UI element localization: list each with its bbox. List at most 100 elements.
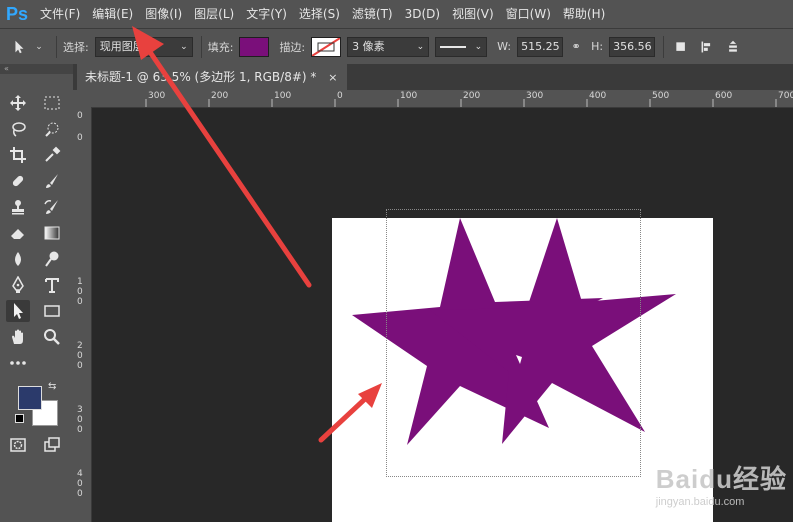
ruler-label: 4 — [77, 469, 83, 479]
history-brush-tool-icon[interactable] — [40, 196, 64, 218]
more-tools-icon[interactable] — [6, 352, 30, 374]
stroke-width-value: 3 像素 — [352, 39, 385, 53]
ruler-label: 2 — [77, 341, 83, 351]
panel-collapse-icon[interactable]: « — [0, 64, 73, 74]
eyedropper-tool-icon[interactable] — [40, 144, 64, 166]
ruler-corner — [73, 90, 91, 107]
menu-view[interactable]: 视图(V) — [446, 0, 500, 28]
menu-edit[interactable]: 编辑(E) — [86, 0, 139, 28]
ruler-label: 0 — [77, 351, 83, 361]
path-arrangement-icon[interactable] — [724, 38, 742, 56]
ruler-label: 0 — [77, 361, 83, 371]
ruler-label: 1 — [77, 277, 83, 287]
ruler-label: 200 — [463, 91, 481, 101]
stroke-type-dropdown[interactable]: ⌄ — [435, 36, 488, 57]
menu-select[interactable]: 选择(S) — [293, 0, 346, 28]
select-layer-dropdown[interactable]: 现用图层 ⌄ — [94, 36, 193, 57]
ruler-label: 0 — [77, 489, 83, 499]
path-alignment-icon[interactable] — [698, 38, 716, 56]
fill-color-swatch[interactable] — [239, 36, 270, 57]
ruler-label: 0 — [77, 287, 83, 297]
watermark: Baidu经验 jingyan.baidu.com — [656, 459, 787, 508]
zoom-tool-icon[interactable] — [40, 326, 64, 348]
clone-stamp-tool-icon[interactable] — [6, 196, 30, 218]
menu-filter[interactable]: 滤镜(T) — [346, 0, 399, 28]
ruler-label: 0 — [77, 479, 83, 489]
document-tab-bar: 未标题-1 @ 63.5% (多边形 1, RGB/8#) * × — [73, 64, 793, 90]
menu-file[interactable]: 文件(F) — [34, 0, 86, 28]
default-colors-icon[interactable] — [15, 414, 24, 423]
ruler-label: 300 — [148, 91, 166, 101]
stroke-line-icon — [440, 45, 467, 48]
ruler-label: 500 — [652, 91, 670, 101]
ruler-label: 400 — [589, 91, 607, 101]
quick-mask-icon[interactable] — [6, 434, 30, 456]
height-label: H: — [591, 40, 604, 53]
stroke-width-dropdown[interactable]: 3 像素 ⌄ — [347, 36, 430, 57]
path-operations-icon[interactable] — [672, 38, 690, 56]
menu-3d[interactable]: 3D(D) — [399, 0, 446, 28]
gradient-tool-icon[interactable] — [40, 222, 64, 244]
ruler-label: 0 — [77, 425, 83, 435]
menu-layer[interactable]: 图层(L) — [188, 0, 240, 28]
ruler-label: 100 — [400, 91, 418, 101]
dodge-tool-icon[interactable] — [40, 248, 64, 270]
chevron-down-icon: ⌄ — [416, 41, 425, 52]
ruler-label: 0 — [77, 415, 83, 425]
vertical-ruler[interactable]: 0 0 1 0 0 2 0 0 3 0 0 4 0 0 — [73, 107, 92, 522]
crop-tool-icon[interactable] — [6, 144, 30, 166]
ruler-label: 100 — [274, 91, 292, 101]
menu-window[interactable]: 窗口(W) — [500, 0, 557, 28]
path-bounding-box[interactable] — [386, 209, 641, 477]
ruler-label: 0 — [337, 91, 343, 101]
width-input[interactable]: 515.25 像 — [517, 36, 564, 57]
screen-mode-icon[interactable] — [40, 434, 64, 456]
eraser-tool-icon[interactable] — [6, 222, 30, 244]
marquee-tool-icon[interactable] — [40, 92, 64, 114]
lasso-tool-icon[interactable] — [6, 118, 30, 140]
ruler-label: 0 — [77, 297, 83, 307]
menu-bar: Ps 文件(F) 编辑(E) 图像(I) 图层(L) 文字(Y) 选择(S) 滤… — [0, 0, 793, 28]
select-label: 选择: — [63, 40, 89, 54]
swap-colors-icon[interactable]: ⇆ — [48, 381, 56, 392]
divider — [56, 35, 57, 58]
type-tool-icon[interactable] — [40, 274, 64, 296]
menu-help[interactable]: 帮助(H) — [557, 0, 611, 28]
watermark-url: jingyan.baidu.com — [655, 496, 745, 508]
divider — [200, 35, 202, 58]
hand-tool-icon[interactable] — [6, 326, 30, 348]
horizontal-ruler[interactable]: 300 200 100 0 100 200 300 400 500 600 70… — [91, 90, 793, 108]
blur-tool-icon[interactable] — [6, 248, 30, 270]
rectangle-tool-icon[interactable] — [40, 300, 64, 322]
ruler-label: 600 — [715, 91, 733, 101]
ruler-label: 3 — [77, 405, 83, 415]
quick-selection-tool-icon[interactable] — [40, 118, 64, 140]
foreground-color-swatch-front[interactable] — [18, 386, 42, 410]
height-input[interactable]: 356.56 像 — [609, 36, 656, 57]
document-tab-title: 未标题-1 @ 63.5% (多边形 1, RGB/8#) * — [85, 70, 317, 84]
chevron-down-icon: ⌄ — [180, 41, 188, 52]
options-bar: ⌄ 选择: 现用图层 ⌄ 填充: 描边: 3 像素 ⌄ ⌄ W: 515.25 … — [0, 28, 793, 65]
ruler-label: 700 — [778, 91, 793, 101]
fill-label: 填充: — [207, 40, 234, 54]
close-icon[interactable]: × — [328, 71, 337, 84]
stroke-label: 描边: — [279, 40, 306, 54]
photoshop-logo: Ps — [5, 3, 29, 24]
ruler-label: 0 — [77, 133, 83, 143]
ruler-label: 0 — [77, 111, 83, 121]
menu-type[interactable]: 文字(Y) — [240, 0, 293, 28]
menu-image[interactable]: 图像(I) — [139, 0, 188, 28]
pen-tool-icon[interactable] — [6, 274, 30, 296]
stroke-color-swatch[interactable] — [311, 36, 342, 57]
link-icon[interactable]: ⚭ — [567, 38, 585, 56]
brush-tool-icon[interactable] — [40, 170, 64, 192]
chevron-down-icon[interactable]: ⌄ — [30, 38, 48, 56]
document-tab[interactable]: 未标题-1 @ 63.5% (多边形 1, RGB/8#) * × — [77, 64, 348, 90]
path-selection-tool-icon[interactable] — [6, 300, 30, 322]
horizontal-ruler-ticks — [145, 99, 777, 107]
path-selection-tool-icon[interactable] — [10, 38, 28, 56]
move-tool-icon[interactable] — [6, 92, 30, 114]
healing-brush-tool-icon[interactable] — [6, 170, 30, 192]
width-label: W: — [497, 40, 512, 53]
select-layer-value: 现用图层 — [99, 39, 144, 53]
